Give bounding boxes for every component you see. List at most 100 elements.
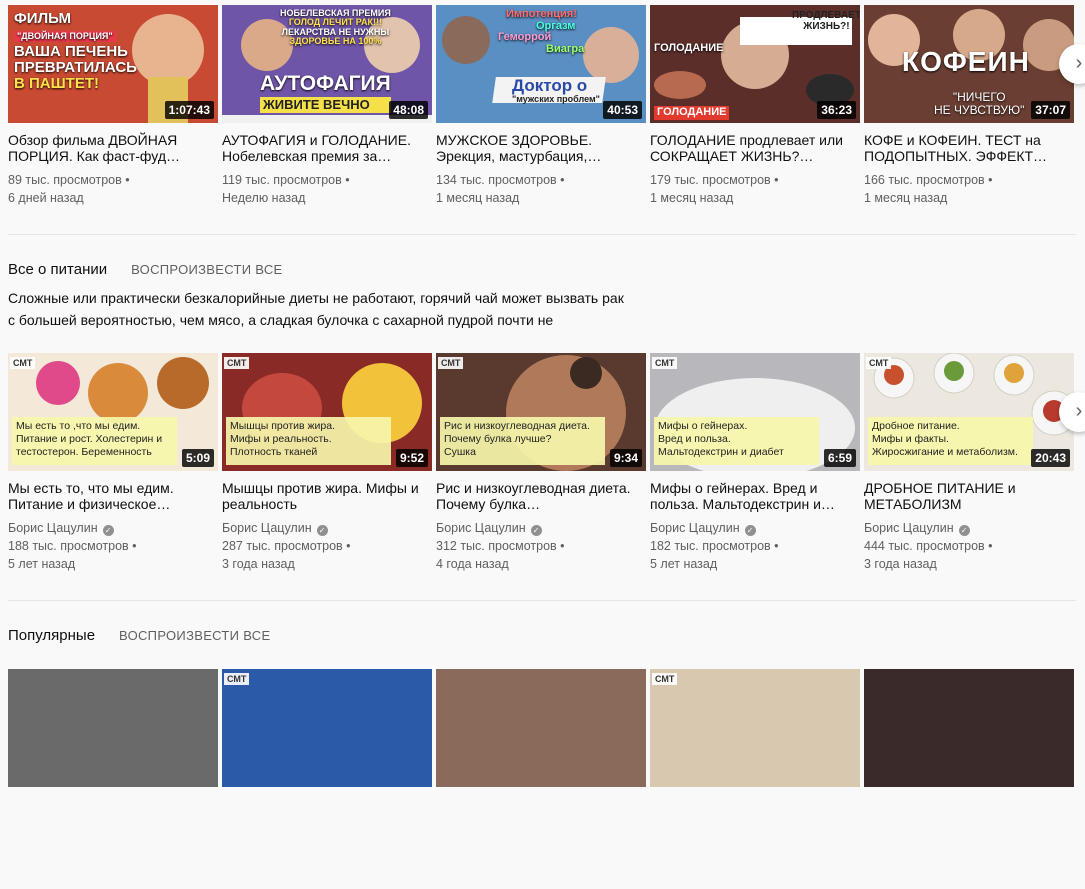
check-circle-icon: ✓ — [744, 525, 756, 536]
thumbnail-overlay: НОБЕЛЕВСКАЯ ПРЕМИЯ ГОЛОД ЛЕЧИТ РАК!!! ЛЕ… — [280, 8, 391, 47]
video-title[interactable]: ДРОБНОЕ ПИТАНИЕ и МЕТАБОЛИЗМ — [864, 480, 1064, 512]
video-age: 6 дней назад — [8, 191, 84, 205]
video-thumbnail[interactable]: ПРОДЛЕВАЕТ ЖИЗНЬ?! ГОЛОДАНИЕ ГОЛОДАНИЕ 3… — [650, 5, 860, 123]
video-views: 134 тыс. просмотров — [436, 173, 557, 187]
chevron-right-icon: › — [1075, 400, 1083, 422]
video-card[interactable]: СМТ — [222, 669, 432, 787]
video-meta: Борис Цацулин ✓ 182 тыс. просмотров • 5 л… — [650, 519, 860, 573]
video-age: 4 года назад — [436, 557, 509, 571]
thumbnail-caption: Дробное питание. Мифы и факты. Жиросжига… — [868, 417, 1033, 465]
video-views: 444 тыс. просмотров — [864, 539, 985, 553]
thumbnail-overlay-left: ГОЛОДАНИЕ — [654, 42, 724, 54]
video-title[interactable]: АУТОФАГИЯ и ГОЛОДАНИЕ. Нобелевская преми… — [222, 132, 422, 164]
thumbnail-overlay: ПРОДЛЕВАЕТ ЖИЗНЬ?! — [792, 10, 860, 32]
video-duration: 40:53 — [603, 101, 642, 119]
video-row: СМТ СМТ — [8, 669, 1085, 889]
video-meta: Борис Цацулин ✓ 444 тыс. просмотров • 3 г… — [864, 519, 1074, 573]
play-all-button[interactable]: ВОСПРОИЗВЕСТИ ВСЕ — [119, 628, 270, 643]
video-title[interactable]: Мы есть то, что мы едим. Питание и физич… — [8, 480, 208, 512]
video-title[interactable]: КОФЕ и КОФЕИН. ТЕСТ на ПОДОПЫТНЫХ. ЭФФЕК… — [864, 132, 1064, 164]
video-thumbnail[interactable]: СМТ Дробное питание. Мифы и факты. Жирос… — [864, 353, 1074, 471]
video-meta: 119 тыс. просмотров • Неделю назад — [222, 171, 432, 207]
video-title[interactable]: Мифы о гейнерах. Вред и польза. Мальтоде… — [650, 480, 850, 512]
video-age: 3 года назад — [222, 557, 295, 571]
video-card[interactable] — [436, 669, 646, 787]
video-card[interactable]: Импотенция! Оргазм Геморрой Виагра Докто… — [436, 5, 646, 207]
check-circle-icon: ✓ — [958, 525, 970, 536]
check-circle-icon: ✓ — [102, 525, 114, 536]
channel-brand-tag: СМТ — [224, 673, 250, 685]
video-views: 287 тыс. просмотров — [222, 539, 343, 553]
video-card[interactable]: СМТ — [650, 669, 860, 787]
video-meta: Борис Цацулин ✓ 287 тыс. просмотров • 3 г… — [222, 519, 432, 573]
video-card[interactable] — [8, 669, 218, 787]
video-duration: 1:07:43 — [164, 101, 214, 119]
video-thumbnail[interactable]: НОБЕЛЕВСКАЯ ПРЕМИЯ ГОЛОД ЛЕЧИТ РАК!!! ЛЕ… — [222, 5, 432, 123]
video-thumbnail[interactable]: СМТ Мифы о гейнерах. Вред и польза. Маль… — [650, 353, 860, 471]
video-title[interactable]: МУЖСКОЕ ЗДОРОВЬЕ. Эрекция, мастурбация,… — [436, 132, 636, 164]
video-thumbnail[interactable]: ФИЛЬМ "ДВОЙНАЯ ПОРЦИЯ" ВАША ПЕЧЕНЬ ПРЕВР… — [8, 5, 218, 123]
channel-name[interactable]: Борис Цацулин — [436, 521, 526, 535]
shelf-title[interactable]: Популярные — [8, 627, 95, 644]
video-card[interactable] — [864, 669, 1074, 787]
video-thumbnail[interactable]: СМТ — [650, 669, 860, 787]
channel-brand-tag: СМТ — [652, 673, 678, 685]
video-duration: 37:07 — [1031, 101, 1070, 119]
video-row: СМТ Мы есть то ,что мы едим. Питание и р… — [8, 353, 1085, 573]
video-age: 1 месяц назад — [650, 191, 734, 205]
shelf-divider — [8, 234, 1076, 235]
video-thumbnail[interactable]: СМТ Мы есть то ,что мы едим. Питание и р… — [8, 353, 218, 471]
video-card[interactable]: СМТ Мы есть то ,что мы едим. Питание и р… — [8, 353, 218, 573]
video-thumbnail[interactable]: СМТ Мышцы против жира. Мифы и реальность… — [222, 353, 432, 471]
video-title[interactable]: Мышцы против жира. Мифы и реальность — [222, 480, 422, 512]
video-age: 1 месяц назад — [864, 191, 948, 205]
video-title[interactable]: ГОЛОДАНИЕ продлевает или СОКРАЩАЕТ ЖИЗНЬ… — [650, 132, 850, 164]
video-thumbnail[interactable]: СМТ Рис и низкоуглеводная диета. Почему … — [436, 353, 646, 471]
video-card[interactable]: СМТ Мышцы против жира. Мифы и реальность… — [222, 353, 432, 573]
video-thumbnail[interactable] — [864, 669, 1074, 787]
video-duration: 5:09 — [181, 449, 214, 467]
shelf-description: Сложные или практически безкалорийные ди… — [8, 290, 624, 328]
video-views: 179 тыс. просмотров — [650, 173, 771, 187]
video-age: 5 лет назад — [8, 557, 76, 571]
channel-name[interactable]: Борис Цацулин — [650, 521, 740, 535]
video-card[interactable]: СМТ Мифы о гейнерах. Вред и польза. Маль… — [650, 353, 860, 573]
channel-name[interactable]: Борис Цацулин — [222, 521, 312, 535]
video-thumbnail[interactable]: КОФЕИН "НИЧЕГО НЕ ЧУВСТВУЮ" 37:07 — [864, 5, 1074, 123]
video-card[interactable]: ФИЛЬМ "ДВОЙНАЯ ПОРЦИЯ" ВАША ПЕЧЕНЬ ПРЕВР… — [8, 5, 218, 207]
thumbnail-caption: Мифы о гейнерах. Вред и польза. Мальтоде… — [654, 417, 819, 465]
video-views: 182 тыс. просмотров — [650, 539, 771, 553]
channel-name[interactable]: Борис Цацулин — [8, 521, 98, 535]
video-card[interactable]: СМТ Рис и низкоуглеводная диета. Почему … — [436, 353, 646, 573]
video-meta: Борис Цацулин ✓ 312 тыс. просмотров • 4 г… — [436, 519, 646, 573]
video-card[interactable]: СМТ Дробное питание. Мифы и факты. Жирос… — [864, 353, 1074, 573]
video-thumbnail[interactable] — [436, 669, 646, 787]
thumbnail-overlay: ФИЛЬМ "ДВОЙНАЯ ПОРЦИЯ" ВАША ПЕЧЕНЬ ПРЕВР… — [14, 10, 137, 92]
video-views: 312 тыс. просмотров — [436, 539, 557, 553]
video-card[interactable]: ПРОДЛЕВАЕТ ЖИЗНЬ?! ГОЛОДАНИЕ ГОЛОДАНИЕ 3… — [650, 5, 860, 207]
video-thumbnail[interactable]: Импотенция! Оргазм Геморрой Виагра Докто… — [436, 5, 646, 123]
video-age: 3 года назад — [864, 557, 937, 571]
video-views: 166 тыс. просмотров — [864, 173, 985, 187]
video-meta: 179 тыс. просмотров • 1 месяц назад — [650, 171, 860, 207]
video-thumbnail[interactable] — [8, 669, 218, 787]
thumbnail-overlay: КОФЕИН — [902, 46, 1030, 77]
video-duration: 9:52 — [395, 449, 428, 467]
shelf-header: Популярные ВОСПРОИЗВЕСТИ ВСЕ — [8, 627, 270, 644]
video-title[interactable]: Обзор фильма ДВОЙНАЯ ПОРЦИЯ. Как фаст-фу… — [8, 132, 208, 164]
check-circle-icon: ✓ — [316, 525, 328, 536]
video-thumbnail[interactable]: СМТ — [222, 669, 432, 787]
channel-brand-tag: СМТ — [224, 357, 250, 369]
video-meta: 134 тыс. просмотров • 1 месяц назад — [436, 171, 646, 207]
shelf-title[interactable]: Все о питании — [8, 261, 107, 278]
play-all-button[interactable]: ВОСПРОИЗВЕСТИ ВСЕ — [131, 262, 282, 277]
video-card[interactable]: КОФЕИН "НИЧЕГО НЕ ЧУВСТВУЮ" 37:07 КОФЕ и… — [864, 5, 1074, 207]
video-duration: 9:34 — [609, 449, 642, 467]
thumbnail-overlay-sub: "НИЧЕГО НЕ ЧУВСТВУЮ" — [934, 90, 1025, 117]
shelf-divider — [8, 600, 1076, 601]
thumbnail-overlay-main: Доктор о "мужских проблем" — [512, 76, 600, 104]
video-duration: 20:43 — [1031, 449, 1070, 467]
video-title[interactable]: Рис и низкоуглеводная диета. Почему булк… — [436, 480, 636, 512]
channel-name[interactable]: Борис Цацулин — [864, 521, 954, 535]
video-card[interactable]: НОБЕЛЕВСКАЯ ПРЕМИЯ ГОЛОД ЛЕЧИТ РАК!!! ЛЕ… — [222, 5, 432, 207]
